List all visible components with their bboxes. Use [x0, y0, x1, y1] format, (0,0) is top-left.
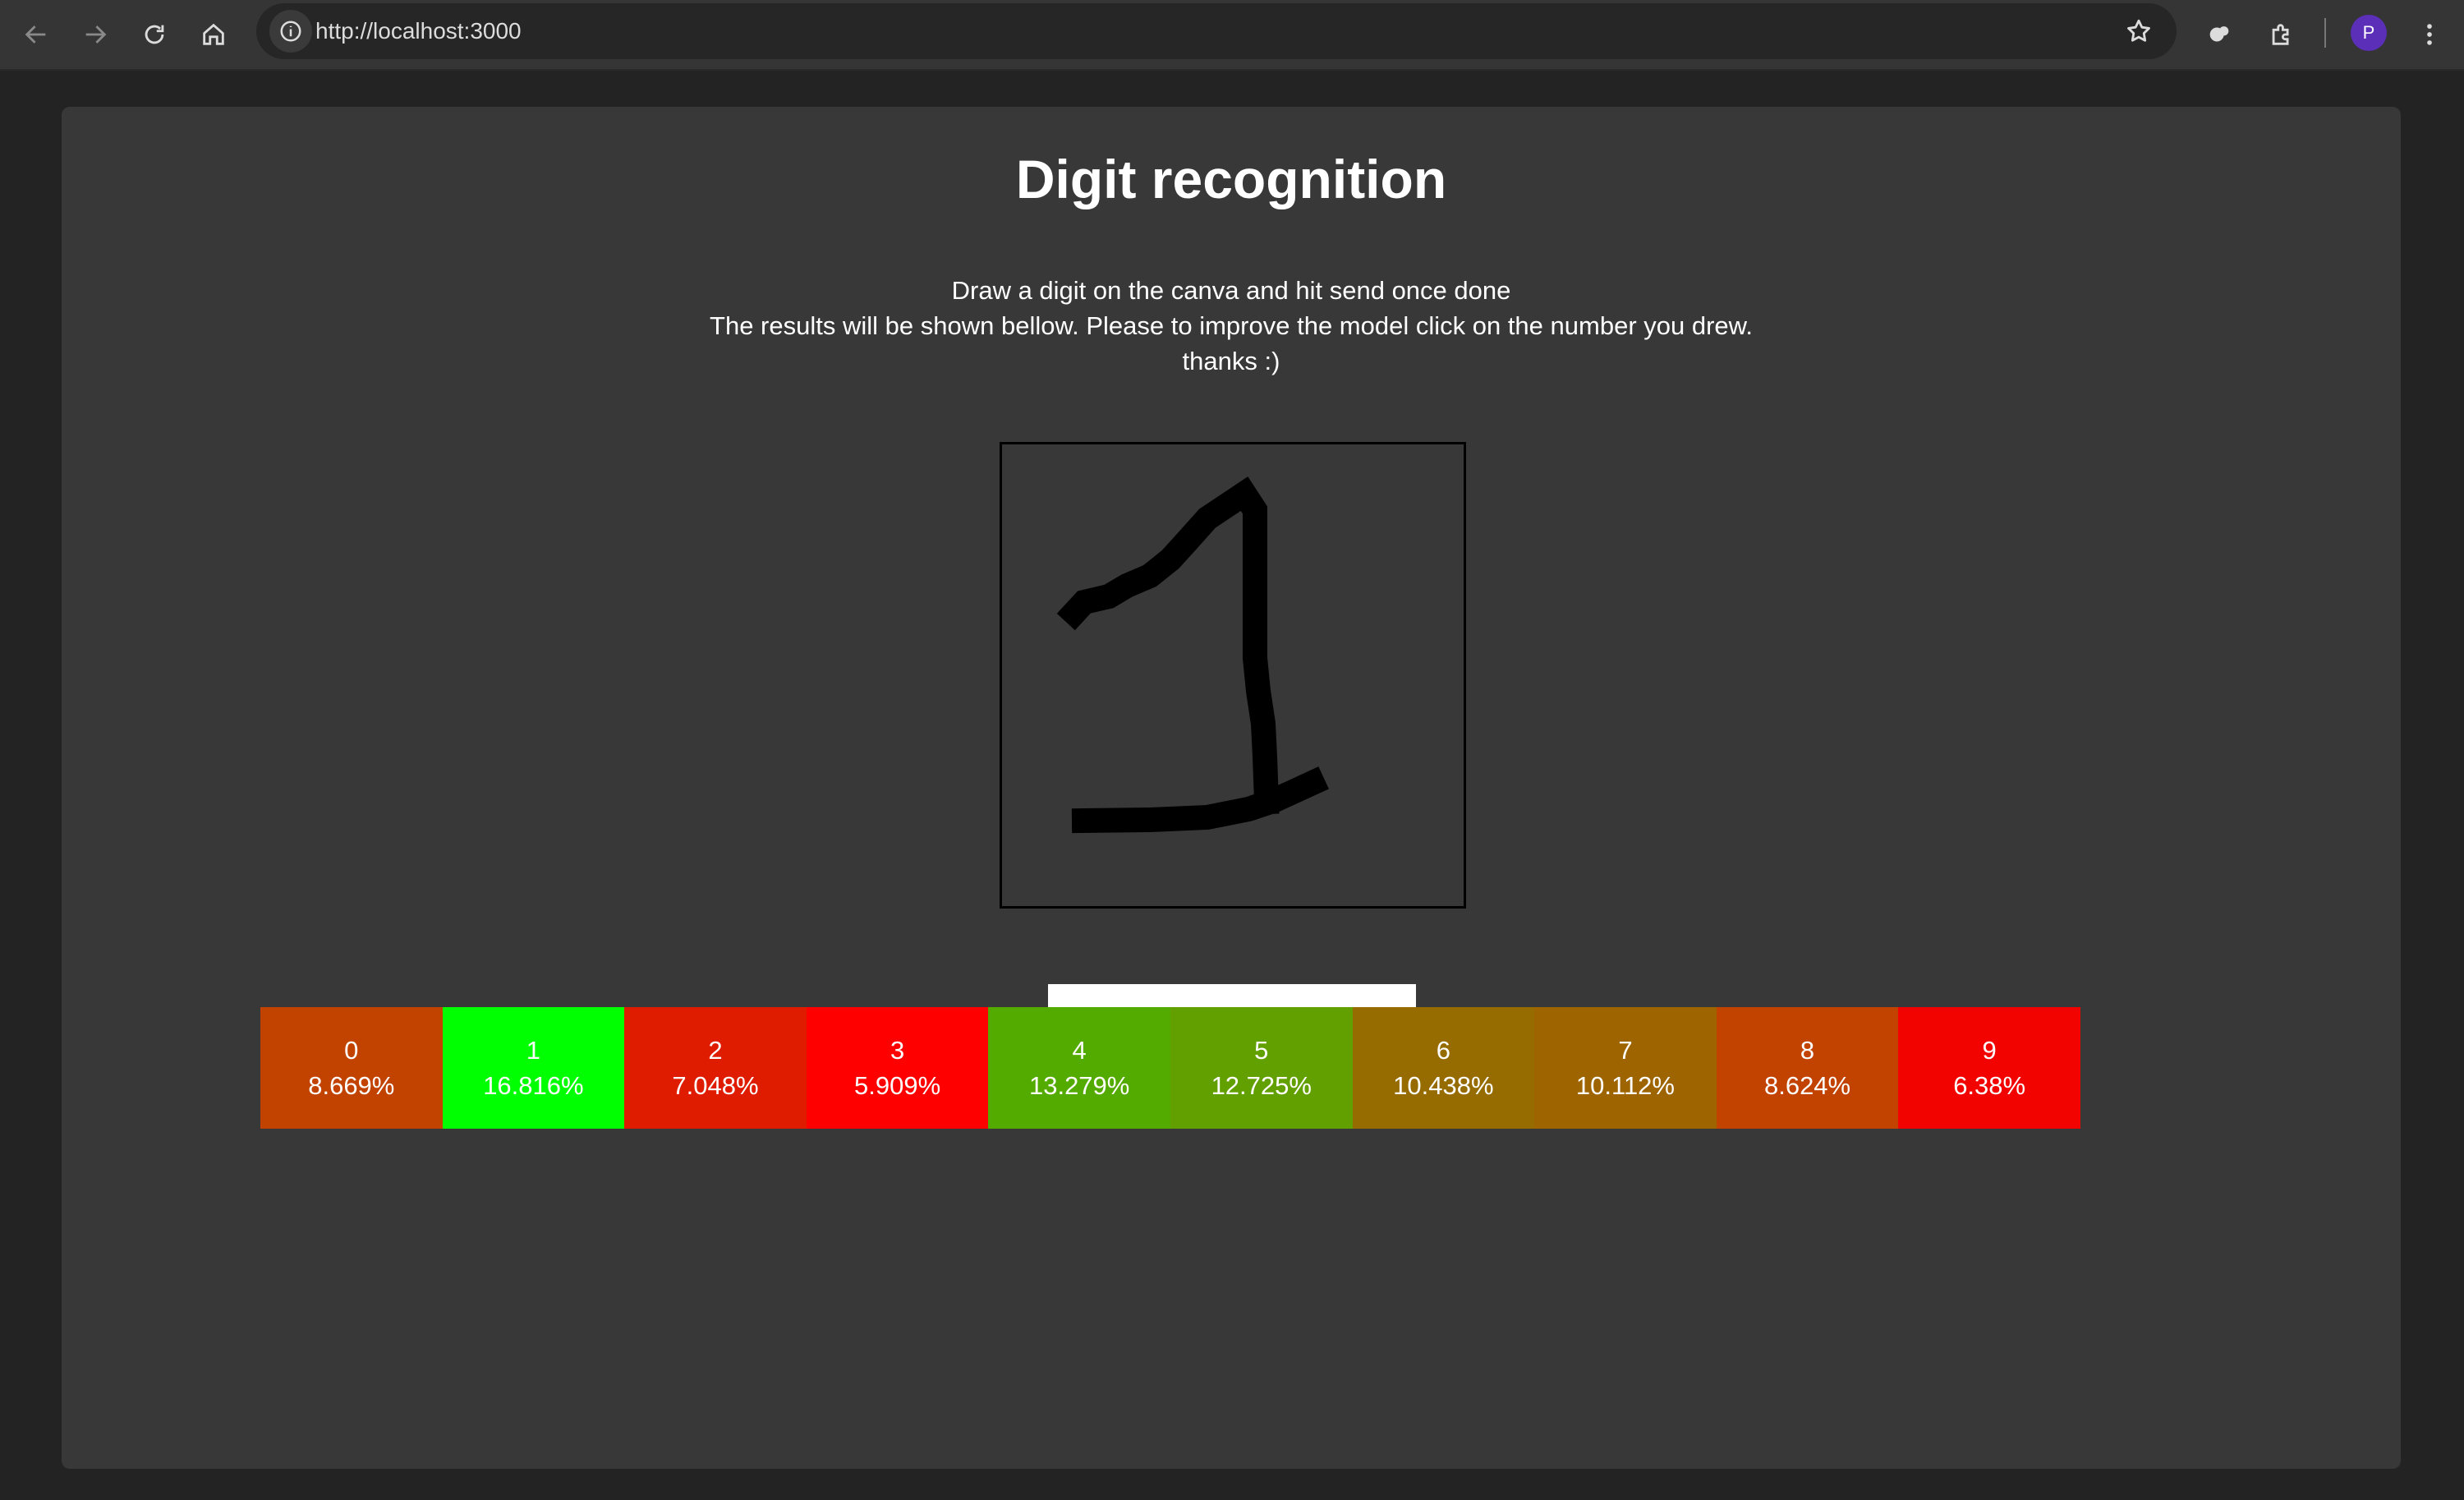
bookmark-star-icon[interactable] — [2119, 12, 2158, 51]
result-digit-8[interactable]: 8 8.624% — [1716, 1007, 1899, 1129]
result-digit-3[interactable]: 3 5.909% — [806, 1007, 989, 1129]
extension-puzzle-icon — [2209, 26, 2229, 42]
result-percent: 10.112% — [1575, 1071, 1675, 1100]
result-percent: 12.725% — [1211, 1071, 1312, 1100]
result-digit-label: 2 — [708, 1036, 723, 1065]
result-percent: 16.816% — [483, 1071, 584, 1100]
result-percent: 6.38% — [1953, 1071, 2026, 1100]
result-digit-4[interactable]: 4 13.279% — [988, 1007, 1170, 1129]
result-digit-9[interactable]: 9 6.38% — [1898, 1007, 2080, 1129]
page-title: Digit recognition — [1015, 149, 1447, 209]
instruction-line-2: The results will be shown bellow. Please… — [710, 311, 1753, 340]
result-digit-label: 9 — [1982, 1036, 1997, 1065]
result-digit-label: 8 — [1800, 1036, 1815, 1065]
result-digit-label: 5 — [1254, 1036, 1269, 1065]
result-digit-label: 6 — [1436, 1036, 1450, 1065]
back-button[interactable] — [13, 12, 59, 58]
browser-menu-button[interactable] — [2407, 12, 2453, 58]
result-percent: 13.279% — [1028, 1071, 1130, 1100]
profile-avatar[interactable]: P — [2351, 15, 2387, 51]
arrow-right-icon — [85, 25, 107, 44]
result-digit-label: 3 — [890, 1036, 905, 1065]
result-percent: 5.909% — [854, 1071, 941, 1100]
instruction-line-3: thanks :) — [1182, 347, 1280, 375]
result-digit-6[interactable]: 6 10.438% — [1352, 1007, 1535, 1129]
result-percent: 8.624% — [1763, 1071, 1851, 1100]
browser-toolbar: http://localhost:3000 P — [0, 0, 2464, 71]
drawn-digit-stroke — [1056, 476, 1329, 834]
site-info-icon[interactable] — [269, 10, 312, 53]
more-vertical-icon — [2427, 24, 2432, 45]
url-text[interactable]: http://localhost:3000 — [315, 3, 522, 59]
home-button[interactable] — [191, 12, 237, 58]
arrow-left-icon — [25, 25, 46, 44]
toolbar-divider — [2324, 18, 2326, 48]
address-bar[interactable]: http://localhost:3000 — [256, 3, 2177, 59]
result-digit-1[interactable]: 1 16.816% — [442, 1007, 625, 1129]
home-icon — [203, 23, 224, 45]
instructions: Draw a digit on the canva and hit send o… — [62, 273, 2401, 379]
prediction-results: 0 8.669% 1 16.816% 2 7.048% 3 5.909% 4 13.279% 5 12… — [260, 1007, 2080, 1129]
instruction-line-1: Draw a digit on the canva and hit send o… — [951, 276, 1511, 305]
result-digit-label: 1 — [526, 1036, 541, 1065]
drawing-canvas[interactable] — [1000, 442, 1466, 909]
reload-icon — [145, 25, 164, 44]
result-digit-0[interactable]: 0 8.669% — [260, 1007, 443, 1129]
result-percent: 8.669% — [308, 1071, 395, 1100]
result-digit-label: 7 — [1618, 1036, 1633, 1065]
result-digit-2[interactable]: 2 7.048% — [624, 1007, 807, 1129]
result-digit-label: 4 — [1072, 1036, 1087, 1065]
extensions-menu-button[interactable] — [2259, 12, 2305, 58]
result-digit-7[interactable]: 7 10.112% — [1534, 1007, 1717, 1129]
forward-button[interactable] — [72, 12, 118, 58]
result-percent: 7.048% — [672, 1071, 759, 1100]
extension-button[interactable] — [2196, 12, 2242, 58]
result-digit-label: 0 — [344, 1036, 359, 1065]
result-digit-5[interactable]: 5 12.725% — [1170, 1007, 1353, 1129]
reload-button[interactable] — [131, 12, 177, 58]
result-percent: 10.438% — [1393, 1071, 1494, 1100]
puzzle-icon — [2272, 24, 2289, 45]
main-card: Digit recognition Draw a digit on the ca… — [62, 107, 2401, 1469]
